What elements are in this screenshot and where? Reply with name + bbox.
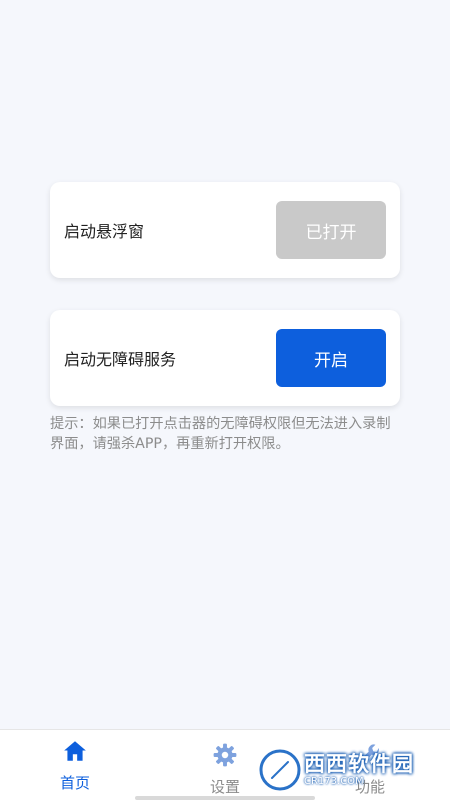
- tab-home[interactable]: 首页: [30, 738, 120, 793]
- home-indicator: [135, 796, 315, 800]
- home-icon: [64, 741, 86, 761]
- watermark-subtitle: CR173.COM: [304, 775, 364, 787]
- tab-home-label: 首页: [59, 774, 90, 792]
- hint-text: 提示：如果已打开点击器的无障碍权限但无法进入录制界面，请强杀APP，再重新打开权…: [50, 416, 391, 452]
- tab-settings[interactable]: 设置: [180, 742, 270, 797]
- gear-icon: [213, 743, 237, 767]
- floating-window-button[interactable]: 已打开: [276, 201, 386, 259]
- accessibility-service-label: 启动无障碍服务: [64, 350, 177, 369]
- watermark-logo-icon: [258, 748, 302, 792]
- tab-settings-label: 设置: [209, 778, 240, 796]
- floating-window-card: 启动悬浮窗 已打开: [50, 182, 400, 278]
- floating-window-label: 启动悬浮窗: [64, 222, 145, 241]
- accessibility-enable-button[interactable]: 开启: [276, 329, 386, 387]
- accessibility-service-card: 启动无障碍服务 开启: [50, 310, 400, 406]
- watermark-title: 西西软件园: [304, 751, 414, 776]
- site-watermark: 西西软件园 CR173.COM: [258, 748, 440, 792]
